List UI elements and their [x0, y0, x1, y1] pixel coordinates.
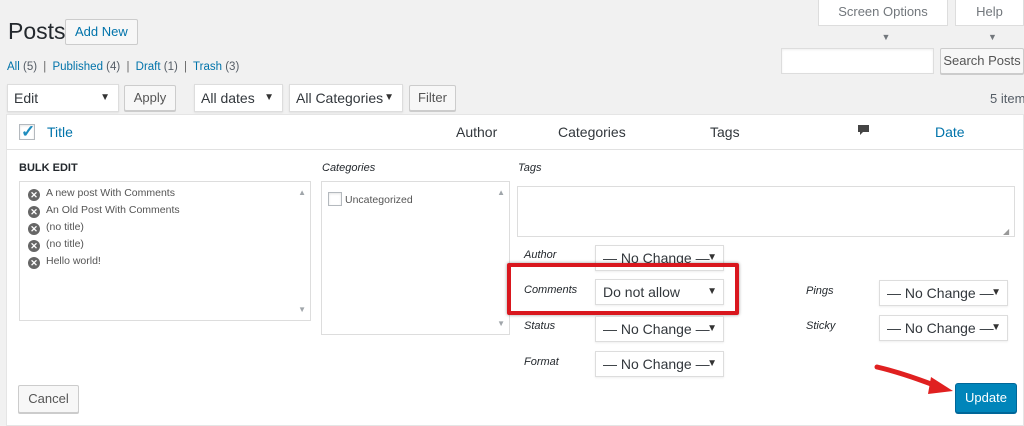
select-all-checkbox[interactable]: ✓ — [19, 122, 36, 141]
format-select[interactable]: — No Change — ▼ — [595, 351, 724, 377]
filter-trash-link[interactable]: Trash — [193, 61, 222, 73]
table-header: ✓ Title Author Categories Tags Date — [7, 115, 1023, 150]
filter-separator: | — [184, 61, 188, 73]
help-label: Help — [976, 4, 1003, 19]
red-arrow-annotation — [874, 364, 953, 394]
filter-separator: | — [126, 61, 130, 73]
filter-all-count: (5) — [22, 61, 38, 73]
post-title: An Old Post With Comments — [46, 204, 180, 216]
category-item[interactable]: Uncategorized — [328, 192, 413, 206]
filter-draft-count: (1) — [163, 61, 178, 73]
help-button[interactable]: Help ▼ — [955, 0, 1024, 42]
caret-down-icon: ▼ — [881, 32, 891, 42]
category-checkbox[interactable] — [328, 192, 342, 206]
scroll-down-icon[interactable]: ▼ — [497, 319, 505, 328]
status-select[interactable]: — No Change — ▼ — [595, 316, 724, 342]
author-label: Author — [524, 249, 557, 261]
post-title: (no title) — [46, 221, 84, 233]
caret-down-icon: ▼ — [991, 322, 1001, 333]
post-title: Hello world! — [46, 255, 101, 267]
comment-bubble-icon[interactable] — [857, 124, 870, 140]
post-title: A new post With Comments — [46, 187, 175, 199]
filter-button[interactable]: Filter — [409, 85, 456, 111]
checkmark-icon: ✓ — [21, 122, 36, 141]
comments-select-value: Do not allow — [603, 284, 681, 300]
remove-icon[interactable]: ✕ — [28, 206, 40, 218]
posts-table: ✓ Title Author Categories Tags Date BULK… — [6, 114, 1024, 426]
filter-published-count: (4) — [106, 61, 121, 73]
status-label: Status — [524, 320, 556, 332]
column-title-link[interactable]: Title — [47, 124, 73, 140]
dates-filter-select[interactable]: All dates ▼ — [194, 84, 283, 112]
filter-draft-link[interactable]: Draft — [136, 61, 161, 73]
comments-label: Comments — [524, 284, 578, 296]
list-item: ✕ An Old Post With Comments — [28, 204, 180, 218]
post-title: (no title) — [46, 238, 84, 250]
comments-select[interactable]: Do not allow ▼ — [595, 279, 724, 305]
filter-published-link[interactable]: Published — [52, 61, 103, 73]
search-input[interactable] — [781, 48, 934, 74]
sticky-select-value: — No Change — — [887, 320, 994, 336]
remove-icon[interactable]: ✕ — [28, 240, 40, 252]
pings-select-value: — No Change — — [887, 285, 994, 301]
items-count: 5 items — [990, 91, 1024, 106]
cancel-button[interactable]: Cancel — [18, 385, 79, 413]
bulk-action-value: Edit — [14, 90, 39, 106]
search-posts-button[interactable]: Search Posts — [940, 48, 1024, 74]
caret-down-icon: ▼ — [991, 287, 1001, 298]
dates-filter-value: All dates — [201, 90, 255, 106]
status-select-value: — No Change — — [603, 321, 710, 337]
filter-all-link[interactable]: All — [7, 61, 20, 73]
caret-down-icon: ▼ — [707, 323, 717, 334]
tags-textarea[interactable] — [517, 186, 1015, 237]
pings-label: Pings — [806, 285, 834, 297]
categories-checklist: Uncategorized ▲ ▼ — [321, 181, 510, 335]
list-item: ✕ (no title) — [28, 221, 84, 235]
update-button[interactable]: Update — [955, 383, 1017, 413]
column-date-link[interactable]: Date — [935, 124, 965, 140]
caret-down-icon: ▼ — [707, 286, 717, 297]
bulk-edit-heading: BULK EDIT — [19, 162, 78, 174]
sticky-label: Sticky — [806, 320, 836, 332]
list-item: ✕ Hello world! — [28, 255, 101, 269]
scroll-down-icon[interactable]: ▼ — [298, 305, 306, 314]
screen-options-label: Screen Options — [838, 4, 928, 19]
column-categories: Categories — [558, 124, 626, 140]
bulk-titles-list: ✕ A new post With Comments ✕ An Old Post W… — [19, 181, 311, 321]
apply-button[interactable]: Apply — [124, 85, 176, 111]
page-title: Posts — [8, 18, 66, 44]
categories-filter-select[interactable]: All Categories ▼ — [289, 84, 403, 112]
remove-icon[interactable]: ✕ — [28, 223, 40, 235]
bulk-action-select[interactable]: Edit ▼ — [7, 84, 119, 112]
scroll-up-icon[interactable]: ▲ — [497, 188, 505, 197]
filter-separator: | — [43, 61, 47, 73]
list-item: ✕ (no title) — [28, 238, 84, 252]
screen-options-button[interactable]: Screen Options ▼ — [818, 0, 948, 42]
tags-legend: Tags — [518, 162, 542, 174]
caret-down-icon: ▼ — [100, 92, 110, 103]
scroll-up-icon[interactable]: ▲ — [298, 188, 306, 197]
categories-legend: Categories — [322, 162, 376, 174]
pings-select[interactable]: — No Change — ▼ — [879, 280, 1008, 306]
caret-down-icon: ▼ — [264, 92, 274, 103]
categories-filter-value: All Categories — [296, 90, 384, 106]
caret-down-icon: ▼ — [988, 32, 997, 42]
sticky-select[interactable]: — No Change — ▼ — [879, 315, 1008, 341]
column-tags: Tags — [710, 124, 740, 140]
remove-icon[interactable]: ✕ — [28, 189, 40, 201]
format-label: Format — [524, 356, 559, 368]
column-title[interactable]: Title — [47, 124, 73, 140]
resize-handle-icon[interactable]: ◢ — [1003, 227, 1009, 236]
caret-down-icon: ▼ — [707, 358, 717, 369]
format-select-value: — No Change — — [603, 356, 710, 372]
post-status-filters: All (5) | Published (4) | Draft (1) | Tr… — [7, 61, 239, 73]
column-author: Author — [456, 124, 498, 140]
remove-icon[interactable]: ✕ — [28, 257, 40, 269]
column-date[interactable]: Date — [935, 124, 965, 140]
filter-trash-count: (3) — [225, 61, 240, 73]
add-new-button[interactable]: Add New — [65, 19, 138, 45]
caret-down-icon: ▼ — [384, 92, 394, 103]
list-item: ✕ A new post With Comments — [28, 187, 175, 201]
category-label: Uncategorized — [345, 194, 413, 206]
